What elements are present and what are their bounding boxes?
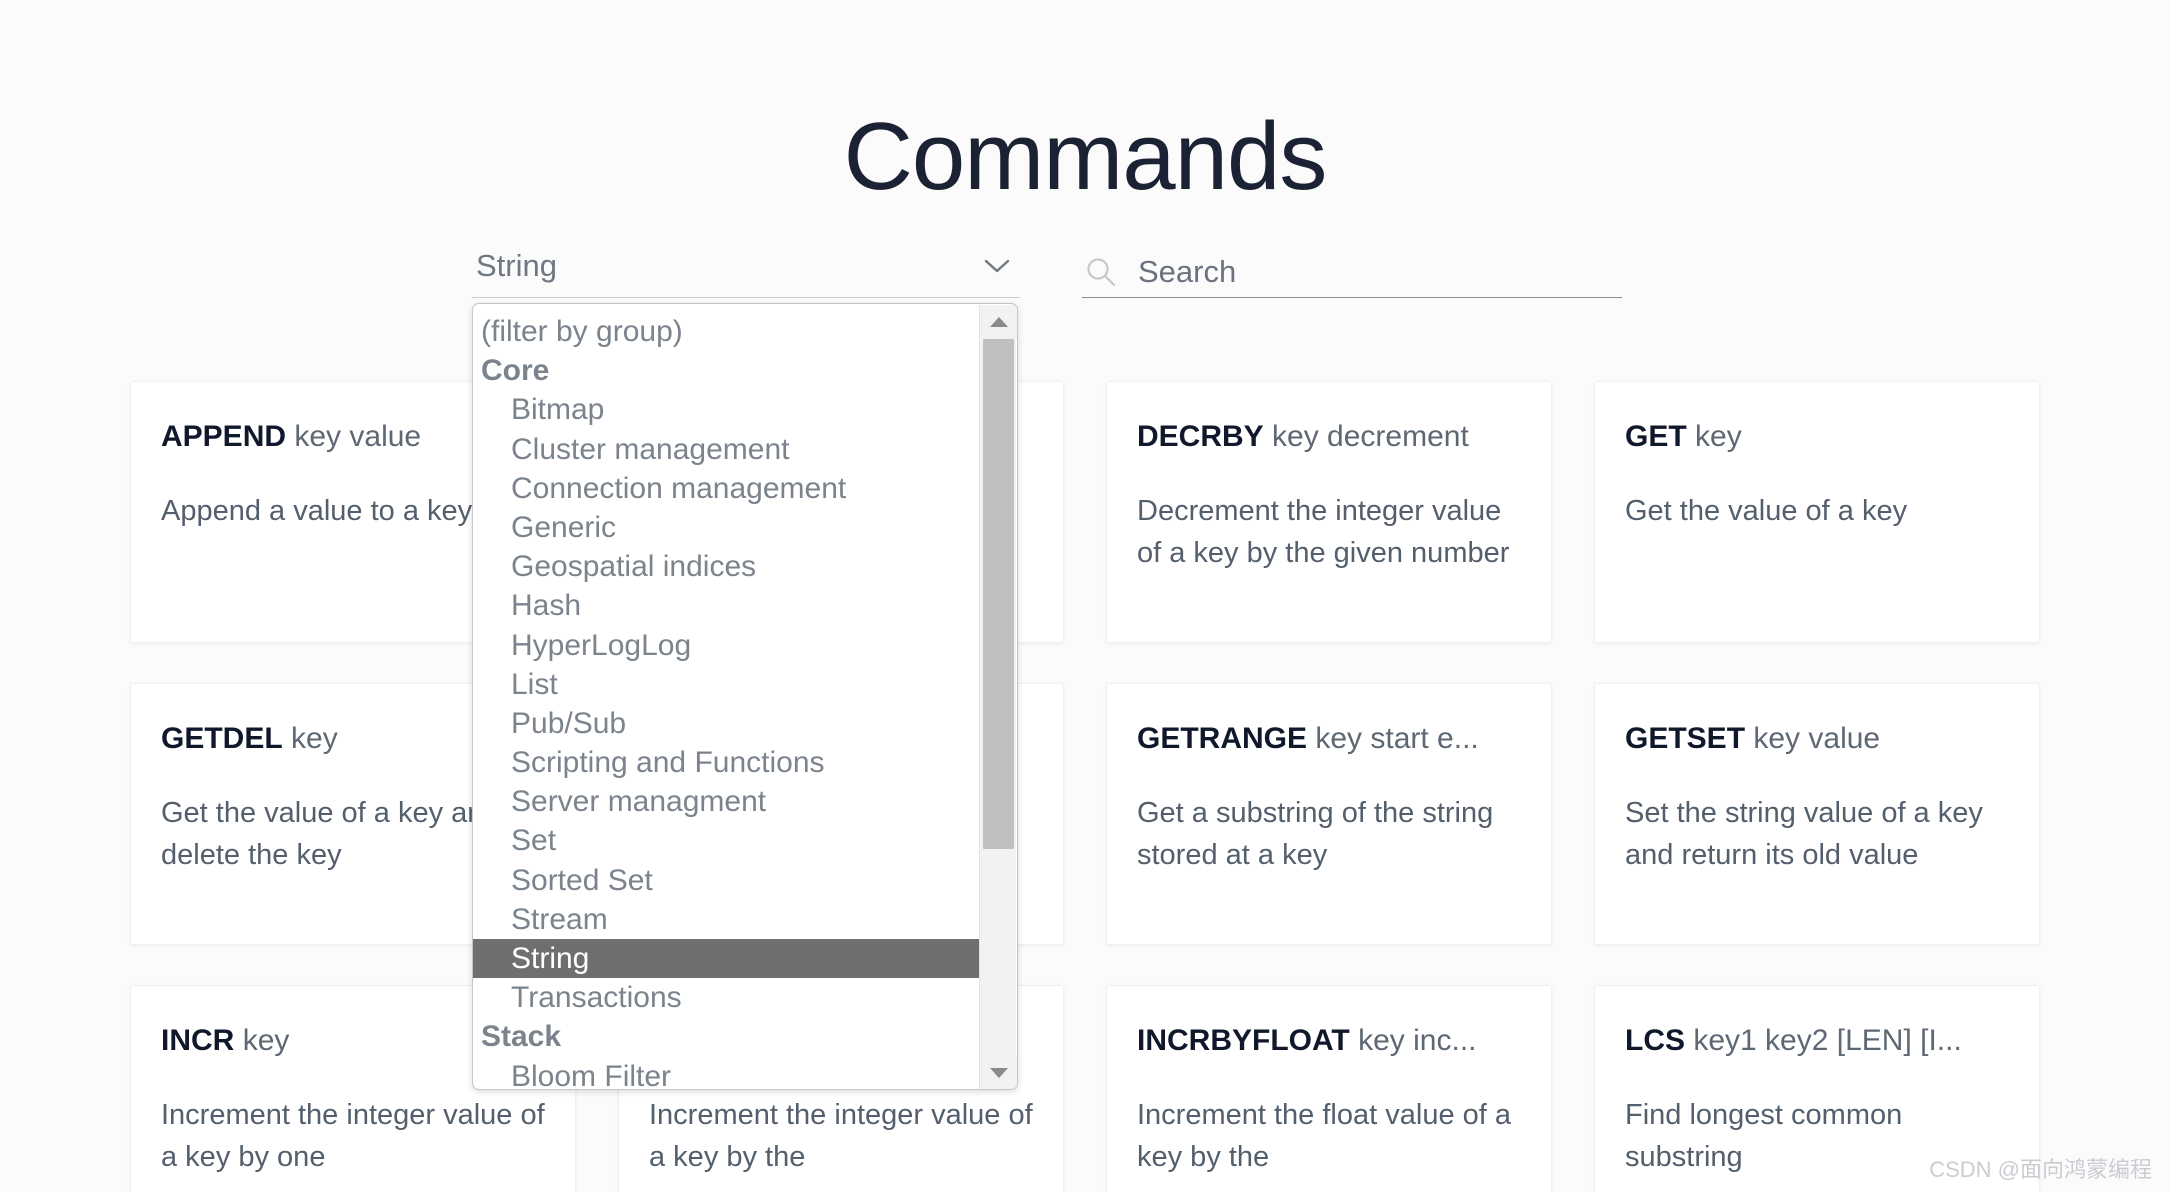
listbox-option[interactable]: HyperLogLog bbox=[473, 626, 980, 665]
listbox-option[interactable]: Hash bbox=[473, 586, 980, 625]
command-name: GETSET bbox=[1625, 722, 1746, 755]
listbox-group-label: Core bbox=[481, 354, 550, 388]
listbox-options[interactable]: (filter by group) Core Bitmap Cluster manag… bbox=[473, 304, 980, 1089]
command-name: GETDEL bbox=[161, 722, 283, 755]
command-card-row: APPEND key value Append a value to a key D… bbox=[130, 381, 2040, 643]
group-filter-select[interactable]: String bbox=[472, 242, 1020, 298]
command-card-title: GETRANGE key start e... bbox=[1137, 720, 1521, 758]
command-card-description: Increment the integer value of a key by … bbox=[649, 1098, 1033, 1173]
listbox-option[interactable]: Pub/Sub bbox=[473, 704, 980, 743]
command-args: key value bbox=[1753, 722, 1881, 755]
command-args: key value bbox=[294, 420, 422, 453]
listbox-option[interactable]: Bloom Filter bbox=[473, 1057, 980, 1089]
page-title: Commands bbox=[843, 103, 1328, 211]
command-card-description: Get a substring of the string stored at … bbox=[1137, 796, 1494, 871]
controls-row: String Search bbox=[0, 242, 2170, 298]
command-card-row: INCR key Increment the integer value of a… bbox=[130, 985, 2040, 1192]
command-card-title: GET key bbox=[1625, 418, 2009, 456]
command-name: DECRBY bbox=[1137, 420, 1264, 453]
command-args: key bbox=[1695, 420, 1742, 453]
search-input-placeholder[interactable]: Search bbox=[1138, 252, 1236, 292]
command-name: INCRBYFLOAT bbox=[1137, 1024, 1350, 1057]
command-card-title: DECRBY key decrement bbox=[1137, 418, 1521, 456]
scrollbar-down-arrow[interactable] bbox=[980, 1056, 1017, 1089]
listbox-option[interactable]: Geospatial indices bbox=[473, 547, 980, 586]
listbox-option[interactable]: Set bbox=[473, 821, 980, 860]
group-filter-listbox[interactable]: (filter by group) Core Bitmap Cluster manag… bbox=[472, 303, 1018, 1090]
command-name: LCS bbox=[1625, 1024, 1685, 1057]
listbox-option[interactable]: Cluster management bbox=[473, 430, 980, 469]
command-args: key bbox=[291, 722, 338, 755]
command-card-description: Decrement the integer value of a key by … bbox=[1137, 494, 1510, 569]
page-root: Commands String Search APPEND key value A… bbox=[0, 0, 2170, 1192]
listbox-option[interactable]: Sorted Set bbox=[473, 861, 980, 900]
listbox-option[interactable]: List bbox=[473, 665, 980, 704]
command-args: key1 key2 [LEN] [I... bbox=[1693, 1024, 1962, 1057]
command-card-title: GETSET key value bbox=[1625, 720, 2009, 758]
command-card-description: Get the value of a key bbox=[1625, 494, 1908, 527]
command-card[interactable]: GETRANGE key start e... Get a substring o… bbox=[1106, 683, 1552, 945]
listbox-option[interactable]: String bbox=[473, 939, 980, 979]
command-card-title: INCRBYFLOAT key inc... bbox=[1137, 1022, 1521, 1060]
listbox-option[interactable]: Scripting and Functions bbox=[473, 743, 980, 782]
command-name: GET bbox=[1625, 420, 1687, 453]
command-card-row: GETDEL key Get the value of a key and del… bbox=[130, 683, 2040, 945]
listbox-option[interactable]: (filter by group) bbox=[473, 312, 980, 351]
scrollbar-up-arrow[interactable] bbox=[980, 305, 1017, 339]
listbox-group-label: Stack bbox=[481, 1020, 562, 1054]
listbox-option[interactable]: Transactions bbox=[473, 978, 980, 1017]
command-card-description: Set the string value of a key and return… bbox=[1625, 796, 1983, 871]
search-icon bbox=[1084, 255, 1118, 289]
listbox-option[interactable]: Generic bbox=[473, 508, 980, 547]
command-card-title: LCS key1 key2 [LEN] [I... bbox=[1625, 1022, 2009, 1060]
listbox-scrollbar[interactable] bbox=[979, 305, 1017, 1089]
command-name: GETRANGE bbox=[1137, 722, 1308, 755]
listbox-option[interactable]: Bitmap bbox=[473, 390, 980, 429]
command-card-description: Increment the float value of a key by th… bbox=[1137, 1098, 1511, 1173]
listbox-option[interactable]: Stream bbox=[473, 900, 980, 939]
watermark: CSDN @面向鸿蒙编程 bbox=[1929, 1157, 2152, 1182]
command-card-grid: APPEND key value Append a value to a key D… bbox=[130, 381, 2040, 1192]
listbox-option[interactable]: Connection management bbox=[473, 469, 980, 508]
group-filter-value: String bbox=[476, 248, 557, 283]
command-card[interactable]: INCRBYFLOAT key inc... Increment the floa… bbox=[1106, 985, 1552, 1192]
scrollbar-thumb[interactable] bbox=[983, 339, 1014, 849]
command-card[interactable]: GET key Get the value of a key bbox=[1594, 381, 2040, 643]
command-args: key decrement bbox=[1272, 420, 1469, 453]
command-card[interactable]: DECRBY key decrement Decrement the intege… bbox=[1106, 381, 1552, 643]
command-card[interactable]: GETSET key value Set the string value of … bbox=[1594, 683, 2040, 945]
command-args: key bbox=[242, 1024, 290, 1057]
command-card-description: Increment the integer value of a key by … bbox=[161, 1098, 545, 1173]
command-name: APPEND bbox=[161, 420, 287, 453]
search-field[interactable]: Search bbox=[1082, 246, 1622, 298]
command-name: INCR bbox=[161, 1024, 235, 1057]
listbox-option[interactable]: Server managment bbox=[473, 782, 980, 821]
chevron-down-icon[interactable] bbox=[984, 258, 1010, 274]
command-args: key inc... bbox=[1358, 1024, 1477, 1057]
command-args: key start e... bbox=[1315, 722, 1479, 755]
